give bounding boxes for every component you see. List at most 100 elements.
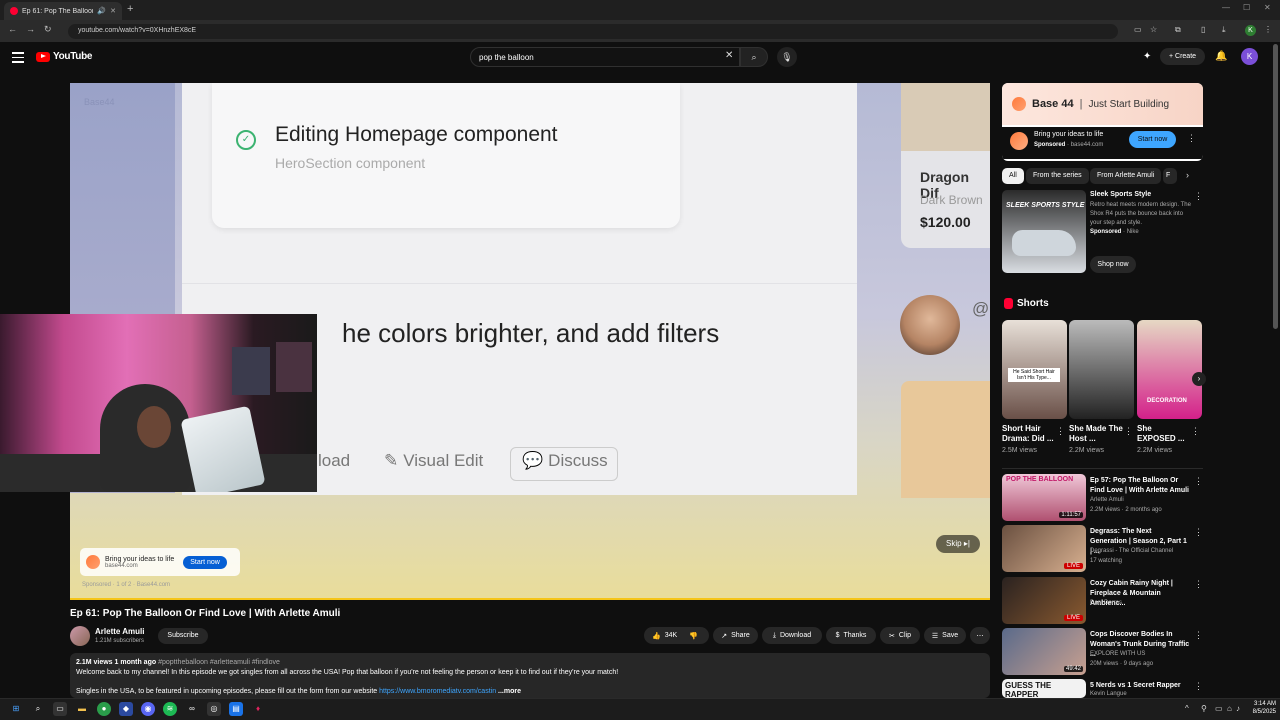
extensions-icon[interactable]: ⧉ xyxy=(1175,25,1181,35)
related-thumbnail[interactable]: LIVE xyxy=(1002,525,1086,572)
sponsored-more-icon[interactable]: ⋮ xyxy=(1194,191,1203,202)
hamburger-menu-icon[interactable] xyxy=(12,52,24,66)
shop-now-button[interactable]: Shop now xyxy=(1090,256,1136,273)
related-channel[interactable]: Arlette Amuli xyxy=(1090,497,1124,503)
more-actions-button[interactable]: ⋯ xyxy=(970,627,990,644)
taskbar-search-icon[interactable]: ⌕ xyxy=(31,702,45,716)
related-thumbnail[interactable]: POP THE BALLOON 1:11:57 xyxy=(1002,474,1086,521)
thumbs-down-icon[interactable]: 👎 xyxy=(689,632,698,640)
bookmark-star-icon[interactable]: ☆ xyxy=(1150,25,1157,34)
search-button[interactable]: ⌕ xyxy=(740,47,768,67)
share-button[interactable]: ↗ Share xyxy=(713,627,758,644)
create-button[interactable]: + Create xyxy=(1160,48,1205,65)
sidebar-ad[interactable]: Base 44 | Just Start Building Bring your… xyxy=(1002,83,1203,161)
ad-more-icon[interactable]: ⋮ xyxy=(1187,133,1196,144)
clip-button[interactable]: ✂ Clip xyxy=(880,627,920,644)
tab-audio-icon[interactable]: 🔊 xyxy=(97,7,106,15)
tray-expand-icon[interactable]: ^ xyxy=(1185,704,1189,713)
save-button[interactable]: ☰ Save xyxy=(924,627,966,644)
profile-avatar[interactable]: K xyxy=(1245,25,1256,36)
sponsored-product-thumbnail[interactable]: SLEEK SPORTS STYLE xyxy=(1002,190,1086,273)
sidebar-ad-banner[interactable]: Base 44 | Just Start Building xyxy=(1002,83,1203,125)
notifications-bell-icon[interactable]: 🔔 xyxy=(1215,51,1227,62)
browser-tab[interactable]: Ep 61: Pop The Balloon Or F 🔊 ✕ xyxy=(4,2,122,20)
obs-icon[interactable]: ◎ xyxy=(207,702,221,716)
skip-ad-button[interactable]: Skip ▸| xyxy=(936,535,980,553)
subscribe-button[interactable]: Subscribe xyxy=(158,628,208,644)
taskbar-clock[interactable]: 3:14 AM 8/5/2025 xyxy=(1240,700,1276,716)
like-dislike-group[interactable]: 👍 34K 👎 xyxy=(644,627,709,644)
tab-close-icon[interactable]: ✕ xyxy=(110,7,116,15)
discord-icon[interactable]: ◉ xyxy=(141,702,155,716)
search-input[interactable]: pop the balloon xyxy=(470,47,740,67)
related-channel[interactable]: Degrassi - The Official Channel xyxy=(1090,548,1173,554)
sidepanel-icon[interactable]: ▯ xyxy=(1201,25,1205,34)
related-thumbnail[interactable]: LIVE xyxy=(1002,577,1086,624)
short-more-icon[interactable]: ⋮ xyxy=(1191,426,1200,437)
related-channel[interactable]: Dani Derres xyxy=(1090,600,1122,606)
related-channel[interactable]: EXPLORE WITH US xyxy=(1090,651,1145,657)
chip-from-series[interactable]: From the series xyxy=(1026,168,1089,184)
related-more-icon[interactable]: ⋮ xyxy=(1194,527,1203,538)
chips-next-icon[interactable]: › xyxy=(1186,170,1189,180)
channel-avatar[interactable] xyxy=(70,626,90,646)
reload-icon[interactable]: ↻ xyxy=(44,24,52,35)
player-ad-card[interactable]: Bring your ideas to life base44.com Star… xyxy=(80,548,240,576)
ad-progress-bar[interactable] xyxy=(70,598,990,600)
related-more-icon[interactable]: ⋮ xyxy=(1194,630,1203,641)
back-icon[interactable]: ← xyxy=(8,24,17,34)
chip-all[interactable]: All xyxy=(1002,168,1024,184)
maximize-icon[interactable]: ☐ xyxy=(1243,3,1250,12)
short-title[interactable]: She EXPOSED ... xyxy=(1137,424,1192,444)
related-more-icon[interactable]: ⋮ xyxy=(1194,476,1203,487)
spotify-icon[interactable]: ≋ xyxy=(163,702,177,716)
related-channel[interactable]: Kevin Langue xyxy=(1090,691,1127,697)
short-more-icon[interactable]: ⋮ xyxy=(1056,426,1065,437)
forward-icon[interactable]: → xyxy=(26,24,35,34)
related-more-icon[interactable]: ⋮ xyxy=(1194,579,1203,590)
related-title[interactable]: 5 Nerds vs 1 Secret Rapper xyxy=(1090,681,1190,691)
short-title[interactable]: Short Hair Drama: Did ... xyxy=(1002,424,1057,444)
related-thumbnail[interactable]: GUESS THE RAPPER xyxy=(1002,679,1086,698)
show-more-link[interactable]: ...more xyxy=(498,688,521,695)
shorts-next-icon[interactable]: › xyxy=(1192,372,1206,386)
thumbs-up-icon[interactable]: 👍 xyxy=(652,632,661,640)
app-icon[interactable]: ◆ xyxy=(119,702,133,716)
window-close-icon[interactable]: ✕ xyxy=(1264,3,1271,12)
short-title[interactable]: She Made The Host ... xyxy=(1069,424,1124,444)
url-field[interactable]: youtube.com/watch?v=0XHnzhEX8cE xyxy=(68,24,1118,39)
display-icon[interactable]: ▭ xyxy=(1215,704,1223,713)
cast-icon[interactable]: ▭ xyxy=(1134,25,1142,34)
ad-start-now-button[interactable]: Start now xyxy=(183,555,227,569)
file-explorer-icon[interactable]: ▬ xyxy=(75,702,89,716)
sidebar-ad-start-button[interactable]: Start now xyxy=(1129,131,1176,148)
app-icon[interactable]: ▤ xyxy=(229,702,243,716)
chrome-icon[interactable]: ● xyxy=(97,702,111,716)
chip-from-channel[interactable]: From Arlette Amuli xyxy=(1090,168,1162,184)
app-icon[interactable]: ∞ xyxy=(185,702,199,716)
related-thumbnail[interactable]: 49:42 xyxy=(1002,628,1086,675)
tray-app-icon[interactable]: ⚲ xyxy=(1201,704,1207,713)
short-thumbnail[interactable]: He Said Short Hair Isn't His Type... xyxy=(1002,320,1067,419)
account-avatar[interactable]: K xyxy=(1241,48,1258,65)
voice-search-button[interactable]: 🎙 xyxy=(777,47,797,67)
clear-search-icon[interactable]: ✕ xyxy=(725,50,733,61)
app-icon[interactable]: ♦ xyxy=(251,702,265,716)
download-button[interactable]: ⤓ Download xyxy=(762,627,822,644)
hashtags[interactable]: #popttheballoon #arletteamuli #findlove xyxy=(158,659,280,666)
minimize-icon[interactable]: — xyxy=(1222,3,1230,12)
short-more-icon[interactable]: ⋮ xyxy=(1124,426,1133,437)
sponsored-product-title[interactable]: Sleek Sports Style xyxy=(1090,191,1151,198)
youtube-logo[interactable]: YouTube xyxy=(36,51,93,62)
gemini-spark-icon[interactable]: ✦ xyxy=(1143,51,1151,62)
network-icon[interactable]: ⌂ xyxy=(1227,704,1232,713)
chip-partial[interactable]: F xyxy=(1163,168,1177,184)
task-view-icon[interactable]: ▭ xyxy=(53,702,67,716)
thanks-button[interactable]: $ Thanks xyxy=(826,627,876,644)
new-tab-icon[interactable]: + xyxy=(127,3,133,15)
short-thumbnail[interactable]: DECORATION xyxy=(1137,320,1202,419)
description-link[interactable]: https://www.bmoromediatv.com/castin xyxy=(379,688,496,695)
windows-start-icon[interactable]: ⊞ xyxy=(9,702,23,716)
channel-name[interactable]: Arlette Amuli xyxy=(95,627,145,636)
browser-menu-icon[interactable]: ⋮ xyxy=(1264,25,1272,34)
